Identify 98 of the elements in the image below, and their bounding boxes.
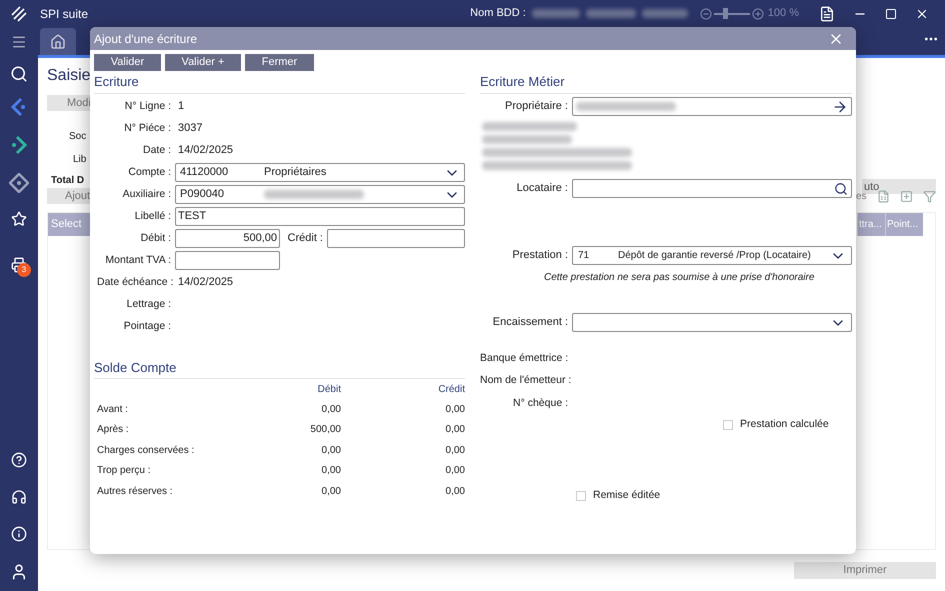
field-label: Prestation : xyxy=(511,248,569,264)
info-note: Cette prestation ne sera pas soumise à une prise d'honoraire xyxy=(543,270,816,284)
dialog-button[interactable]: Valider + xyxy=(165,54,241,71)
checkbox-label: Prestation calculée xyxy=(740,417,829,432)
credit-value: 0,00 xyxy=(444,444,465,458)
input-field[interactable]: TEST xyxy=(175,207,465,226)
arrow-icon[interactable] xyxy=(9,135,29,155)
credit-value: 0,00 xyxy=(444,464,465,478)
debit-value: 500,00 xyxy=(309,423,341,438)
checkbox-label: Remise éditée xyxy=(593,488,660,503)
blurred-text xyxy=(586,9,636,18)
search-icon[interactable] xyxy=(10,65,28,83)
field-label: Montant TVA : xyxy=(104,252,172,268)
dialog-button[interactable]: Valider xyxy=(94,54,161,71)
slider-thumb[interactable] xyxy=(722,8,728,18)
input-field[interactable]: 500,00 xyxy=(175,229,280,248)
total-label: Total D xyxy=(51,174,86,188)
field-label: Pointage : xyxy=(122,318,172,334)
diamond-icon[interactable] xyxy=(9,173,29,193)
field-label: Date échéance : xyxy=(97,274,174,290)
field-label: N° chèque : xyxy=(512,396,569,411)
zoom-out-icon[interactable] xyxy=(700,8,712,20)
select-field[interactable] xyxy=(572,313,852,332)
blurred-text xyxy=(532,9,580,18)
search-field[interactable] xyxy=(572,179,852,198)
maximize-icon[interactable] xyxy=(885,8,897,20)
row-label: Charges conservées : xyxy=(96,444,196,458)
select-field[interactable]: P090040 xyxy=(175,185,465,204)
field-label: Débit : xyxy=(140,230,172,246)
column-header: Crédit xyxy=(437,382,465,396)
zoom-in-icon[interactable] xyxy=(752,8,764,20)
row-label: Avant : xyxy=(96,402,129,417)
debit-value: 0,00 xyxy=(320,464,341,478)
document-icon[interactable] xyxy=(819,6,835,22)
input-field[interactable] xyxy=(327,229,465,248)
toolbar-button[interactable]: Modi xyxy=(47,95,90,111)
debit-value: 0,00 xyxy=(320,444,341,458)
auto-button[interactable]: uto xyxy=(862,178,936,194)
field-value: 14/02/2025 xyxy=(177,275,234,290)
credit-value: 0,00 xyxy=(444,402,465,417)
add-button[interactable]: Ajout xyxy=(47,188,90,204)
field-value: 14/02/2025 xyxy=(177,143,234,158)
checkbox[interactable] xyxy=(576,490,586,501)
credit-value: 0,00 xyxy=(444,423,465,438)
owner-field[interactable] xyxy=(572,97,852,116)
help-icon[interactable] xyxy=(11,452,27,468)
select-field[interactable]: 41120000 Propriétaires xyxy=(175,163,465,182)
field-label: N° Ligne : xyxy=(124,98,172,114)
debit-value: 0,00 xyxy=(320,484,341,499)
field-label: Crédit : xyxy=(286,231,324,246)
database-label: Nom BDD : xyxy=(470,6,526,22)
column-header: Débit xyxy=(316,382,341,396)
info-icon[interactable] xyxy=(11,526,27,542)
field-value: 3037 xyxy=(177,121,202,136)
zoom-reading: 100 % xyxy=(768,6,799,22)
print-button[interactable]: Imprimer xyxy=(794,562,936,579)
field-label: Compte : xyxy=(127,164,172,180)
page-title: Saisie xyxy=(47,66,91,86)
checkbox[interactable] xyxy=(723,420,733,430)
home-tab[interactable] xyxy=(40,28,76,55)
field-label: Locataire : xyxy=(516,181,569,196)
field-label: N° Piéce : xyxy=(123,120,172,136)
blurred-text xyxy=(642,9,688,18)
field-value: 1 xyxy=(177,99,184,114)
row-label: Trop perçu : xyxy=(96,464,152,478)
field-label: Encaissement : xyxy=(492,315,569,330)
dialog-button[interactable]: Fermer xyxy=(245,54,314,71)
field-label: Libellé : xyxy=(134,208,172,224)
field-label: Soc xyxy=(69,130,88,144)
app-title: SPI suite xyxy=(40,6,88,22)
user-icon[interactable] xyxy=(10,563,28,581)
search-icon[interactable] xyxy=(834,182,848,196)
field-label: Date : xyxy=(142,142,172,158)
select-field[interactable]: 71 Dépôt de garantie reversé /Prop (Locataire) xyxy=(572,246,852,265)
notification-badge: 3 xyxy=(17,263,31,277)
toolbar-text: es xyxy=(856,190,867,204)
field-label: Banque émettrice : xyxy=(480,350,570,366)
dialog-title: Ajout d'une écriture xyxy=(94,30,198,48)
row-label: Après : xyxy=(96,423,130,438)
section-heading: Ecriture xyxy=(94,72,465,94)
field-label: Auxiliaire : xyxy=(122,186,172,202)
home-icon xyxy=(50,34,66,50)
zoom-slider[interactable] xyxy=(714,8,750,20)
row-label: Autres réserves : xyxy=(96,484,174,499)
field-label: Lettrage : xyxy=(126,296,172,312)
menu-icon[interactable] xyxy=(11,34,27,50)
field-label: Lib xyxy=(73,153,88,167)
logo-icon xyxy=(10,4,28,22)
star-icon[interactable] xyxy=(11,211,27,227)
headset-icon[interactable] xyxy=(11,489,27,505)
credit-value: 0,00 xyxy=(444,484,465,499)
debit-value: 0,00 xyxy=(320,402,341,417)
section-heading: Solde Compte xyxy=(94,358,465,379)
printer-icon[interactable] xyxy=(11,257,27,273)
field-label: Nom de l'émetteur : xyxy=(480,373,572,388)
section-heading: Ecriture Métier xyxy=(480,72,852,94)
field-label: Propriétaire : xyxy=(504,99,569,114)
input-field[interactable] xyxy=(175,251,280,270)
